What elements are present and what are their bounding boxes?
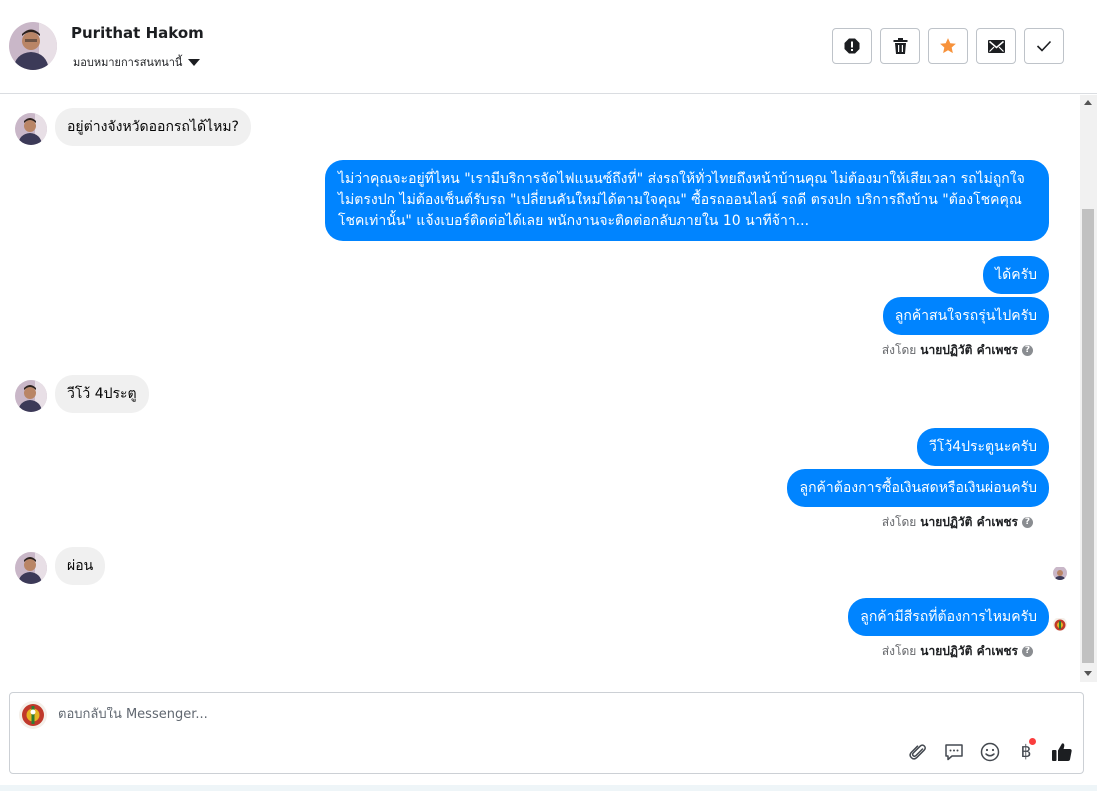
reply-input[interactable] bbox=[58, 707, 758, 722]
composer-tools: ฿ bbox=[907, 738, 1073, 763]
alert-icon bbox=[844, 38, 860, 54]
outgoing-message: ลูกค้าต้องการซื้อเงินสดหรือเงินผ่อนครับ bbox=[787, 469, 1049, 507]
scroll-down-arrow-icon[interactable] bbox=[1084, 671, 1092, 676]
outgoing-message: ได้ครับ bbox=[983, 256, 1049, 294]
outgoing-message: ลูกค้าสนใจรถรุ่นไปครับ bbox=[882, 297, 1049, 335]
check-icon bbox=[1036, 40, 1052, 52]
sent-by-agent: นายปฏิวัติ คำเพชร bbox=[920, 343, 1018, 357]
help-icon[interactable]: ? bbox=[1022, 345, 1033, 356]
contact-avatar-small bbox=[15, 113, 47, 145]
chat-bubble-icon bbox=[945, 744, 963, 761]
scrollbar-thumb[interactable] bbox=[1082, 209, 1094, 663]
saved-replies-button[interactable] bbox=[943, 741, 965, 763]
notification-dot bbox=[1029, 738, 1036, 745]
star-icon bbox=[940, 38, 956, 54]
reply-composer: ฿ bbox=[9, 692, 1084, 774]
emoji-button[interactable] bbox=[979, 741, 1001, 763]
delete-button[interactable] bbox=[880, 28, 920, 64]
smiley-icon bbox=[980, 742, 1000, 762]
conversation-header: Purithat Hakom มอบหมายการสนทนานี้ bbox=[0, 0, 1097, 94]
outgoing-message: ไม่ว่าคุณจะอยู่ที่ไหน "เรามีบริการจัดไฟแ… bbox=[325, 160, 1049, 241]
message-thread[interactable]: อยู่ต่างจังหวัดออกรถได้ไหม? ไม่ว่าคุณจะอ… bbox=[0, 95, 1080, 682]
sent-by-prefix: ส่งโดย bbox=[881, 343, 917, 357]
sent-by-prefix: ส่งโดย bbox=[881, 644, 917, 658]
contact-avatar-small bbox=[15, 380, 47, 412]
star-button[interactable] bbox=[928, 28, 968, 64]
contact-name: Purithat Hakom bbox=[71, 24, 204, 42]
outgoing-message: ลูกค้ามีสีรถที่ต้องการไหมครับ bbox=[848, 598, 1049, 636]
baht-icon: ฿ bbox=[1020, 742, 1032, 762]
payment-button[interactable]: ฿ bbox=[1015, 738, 1037, 763]
like-button[interactable] bbox=[1051, 741, 1073, 763]
page-avatar-small bbox=[1053, 617, 1067, 631]
sent-by-label: ส่งโดย นายปฏิวัติ คำเพชร ? bbox=[882, 341, 1033, 360]
page-avatar bbox=[19, 701, 47, 729]
attach-button[interactable] bbox=[907, 741, 929, 763]
mark-unread-button[interactable] bbox=[976, 28, 1016, 64]
envelope-icon bbox=[987, 39, 1005, 53]
help-icon[interactable]: ? bbox=[1022, 646, 1033, 657]
paperclip-icon bbox=[909, 744, 926, 760]
scroll-up-arrow-icon[interactable] bbox=[1084, 100, 1092, 105]
contact-avatar-small bbox=[15, 552, 47, 584]
chevron-down-icon bbox=[188, 58, 201, 66]
sent-by-agent: นายปฏิวัติ คำเพชร bbox=[920, 644, 1018, 658]
sent-by-label: ส่งโดย นายปฏิวัติ คำเพชร ? bbox=[882, 513, 1033, 532]
incoming-message: วีโว้ 4ประตู bbox=[55, 375, 149, 413]
help-icon[interactable]: ? bbox=[1022, 517, 1033, 528]
trash-icon bbox=[893, 38, 907, 54]
mark-done-button[interactable] bbox=[1024, 28, 1064, 64]
conversation-actions bbox=[832, 28, 1064, 64]
sent-by-prefix: ส่งโดย bbox=[881, 515, 917, 529]
sent-by-agent: นายปฏิวัติ คำเพชร bbox=[920, 515, 1018, 529]
sent-by-label: ส่งโดย นายปฏิวัติ คำเพชร ? bbox=[882, 642, 1033, 661]
contact-avatar[interactable] bbox=[9, 22, 57, 70]
incoming-message: ผ่อน bbox=[55, 547, 106, 585]
outgoing-message: วีโว้4ประตูนะครับ bbox=[916, 428, 1049, 466]
assign-conversation-dropdown[interactable]: มอบหมายการสนทนานี้ bbox=[73, 53, 201, 71]
thumbs-up-icon bbox=[1052, 743, 1072, 761]
chat-scrollbar[interactable] bbox=[1080, 95, 1097, 682]
page-footer-strip bbox=[0, 785, 1097, 791]
seen-avatar bbox=[1053, 566, 1067, 580]
mark-spam-button[interactable] bbox=[832, 28, 872, 64]
assign-label: มอบหมายการสนทนานี้ bbox=[73, 56, 183, 69]
incoming-message: อยู่ต่างจังหวัดออกรถได้ไหม? bbox=[55, 108, 251, 146]
